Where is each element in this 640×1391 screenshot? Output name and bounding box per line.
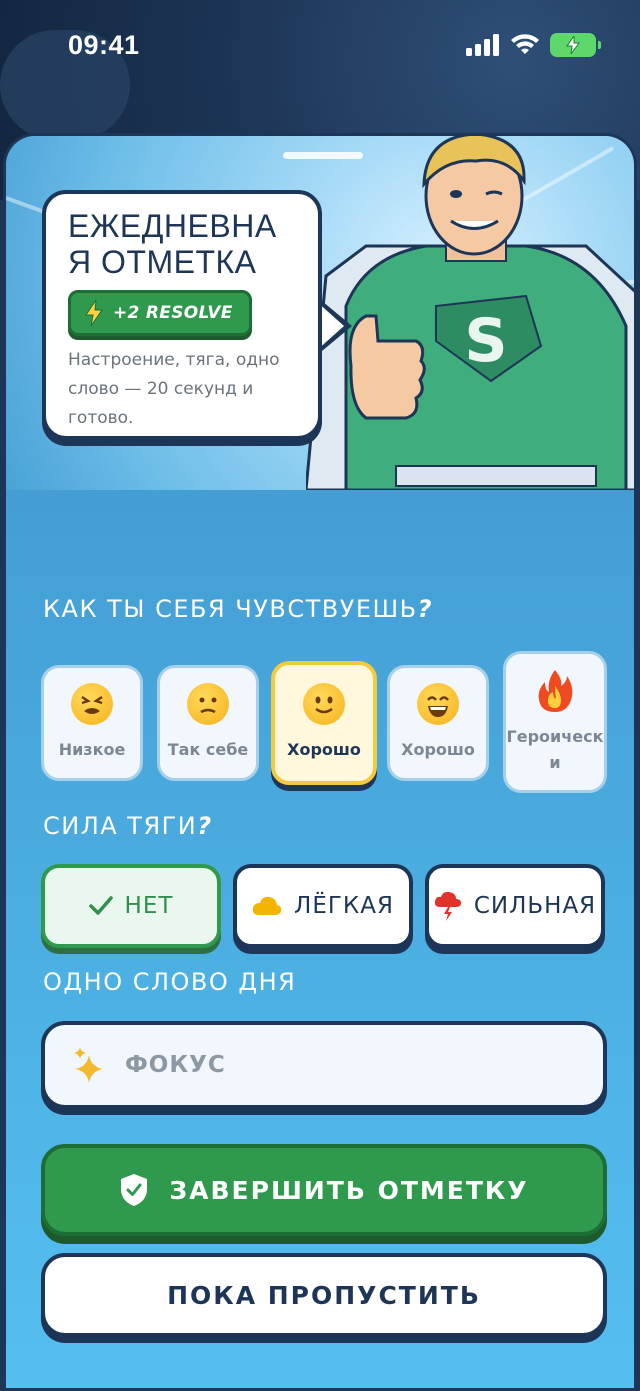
complete-checkin-label: ЗАВЕРШИТЬ ОТМЕТКУ bbox=[169, 1175, 529, 1205]
check-icon bbox=[88, 896, 113, 915]
svg-text:S: S bbox=[464, 306, 507, 376]
craving-options: НЕТ ЛЁГКАЯ СИЛЬНАЯ bbox=[41, 864, 607, 954]
grin-face-icon bbox=[417, 683, 459, 725]
superhero-illustration: S bbox=[306, 136, 634, 490]
status-bar: 09:41 bbox=[0, 0, 640, 90]
lightning-bolt-icon bbox=[85, 300, 103, 326]
mood-label: Низкое bbox=[58, 740, 126, 759]
status-icons bbox=[466, 33, 601, 57]
skip-for-now-button[interactable]: ПОКА ПРОПУСТИТЬ bbox=[41, 1253, 607, 1337]
signal-icon bbox=[466, 34, 499, 56]
word-section-title: ОДНО СЛОВО ДНЯ bbox=[43, 968, 297, 996]
mood-label: Хорошо bbox=[287, 740, 361, 759]
mood-option-good-selected[interactable]: Хорошо bbox=[271, 661, 377, 785]
status-time: 09:41 bbox=[68, 29, 140, 60]
shield-check-icon bbox=[121, 1174, 148, 1206]
storm-cloud-icon bbox=[434, 891, 461, 921]
mood-options: Низкое Так себе Хорошо Хорошо Героическ … bbox=[41, 651, 607, 801]
mood-option-heroic[interactable]: Героическ и bbox=[503, 651, 607, 793]
tired-face-icon bbox=[71, 683, 113, 725]
confused-face-icon bbox=[187, 683, 229, 725]
word-of-day-input[interactable]: ФОКУС bbox=[41, 1021, 607, 1109]
resolve-reward-badge: +2 RESOLVE bbox=[68, 290, 252, 336]
craving-option-strong[interactable]: СИЛЬНАЯ bbox=[425, 864, 605, 948]
mood-section-title: КАК ТЫ СЕБЯ ЧУВСТВУЕШЬ? bbox=[43, 595, 434, 623]
skip-for-now-label: ПОКА ПРОПУСТИТЬ bbox=[167, 1280, 481, 1310]
charging-bolt-icon bbox=[566, 36, 580, 54]
mood-option-low[interactable]: Низкое bbox=[41, 665, 143, 781]
fire-icon bbox=[538, 670, 573, 712]
craving-option-none-selected[interactable]: НЕТ bbox=[41, 864, 221, 948]
checkin-sheet: S ЕЖЕДНЕВНА Я ОТМЕТКА +2 RESOLVE Настрое… bbox=[3, 133, 637, 1388]
mood-option-so-so[interactable]: Так себе bbox=[157, 665, 259, 781]
mood-label: Хорошо bbox=[401, 740, 475, 759]
resolve-reward-text: +2 RESOLVE bbox=[113, 303, 233, 323]
slight-smile-icon bbox=[303, 683, 345, 725]
sparkles-icon bbox=[74, 1047, 103, 1083]
hero-description: Настроение, тяга, одно слово — 20 секунд… bbox=[68, 350, 280, 428]
mood-option-good-grin[interactable]: Хорошо bbox=[387, 665, 489, 781]
mood-label: Так себе bbox=[167, 740, 249, 759]
craving-option-light[interactable]: ЛЁГКАЯ bbox=[233, 864, 413, 948]
craving-section-title: СИЛА ТЯГИ? bbox=[43, 812, 213, 840]
craving-label: СИЛЬНАЯ bbox=[473, 893, 597, 919]
craving-label: НЕТ bbox=[124, 893, 174, 919]
mood-label: Героическ и bbox=[506, 727, 604, 772]
wifi-icon bbox=[511, 34, 539, 54]
complete-checkin-button[interactable]: ЗАВЕРШИТЬ ОТМЕТКУ bbox=[41, 1144, 607, 1236]
battery-icon bbox=[550, 33, 601, 57]
hero-title: ЕЖЕДНЕВНА Я ОТМЕТКА bbox=[68, 208, 277, 280]
cloud-icon bbox=[252, 896, 282, 915]
word-of-day-value: ФОКУС bbox=[125, 1052, 226, 1078]
speech-bubble: ЕЖЕДНЕВНА Я ОТМЕТКА +2 RESOLVE Настроени… bbox=[42, 190, 322, 440]
craving-label: ЛЁГКАЯ bbox=[294, 893, 394, 919]
